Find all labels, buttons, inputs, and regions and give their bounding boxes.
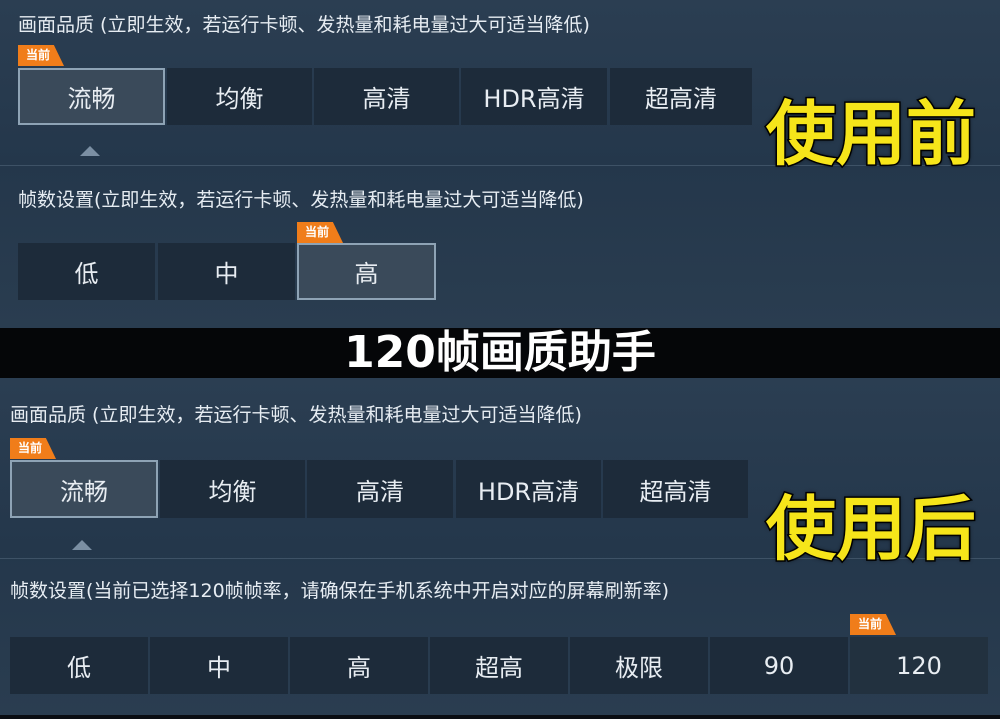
quality-option-uhd[interactable]: 超高清: [603, 460, 748, 518]
quality-option-smooth[interactable]: 流畅: [10, 460, 158, 518]
quality-option-hd[interactable]: 高清: [314, 68, 459, 125]
fps-option-mid[interactable]: 中: [150, 637, 288, 694]
current-badge: 当前: [10, 438, 57, 459]
after-panel: 画面品质 (立即生效，若运行卡顿、发热量和耗电量过大可适当降低) 当前 流畅 均…: [0, 378, 1000, 715]
quality-option-hdr[interactable]: HDR高清: [461, 68, 607, 125]
current-badge: 当前: [850, 614, 897, 635]
current-badge: 当前: [297, 222, 344, 243]
quality-title: 画面品质 (立即生效，若运行卡顿、发热量和耗电量过大可适当降低): [10, 404, 582, 426]
quality-option-balanced[interactable]: 均衡: [167, 68, 312, 125]
fps-option-high[interactable]: 高: [297, 243, 436, 300]
quality-option-uhd[interactable]: 超高清: [610, 68, 752, 125]
before-label: 使用前: [765, 92, 978, 177]
quality-option-hd[interactable]: 高清: [307, 460, 453, 518]
quality-option-balanced[interactable]: 均衡: [160, 460, 305, 518]
fps-option-ultra[interactable]: 超高: [430, 637, 568, 694]
fps-option-low[interactable]: 低: [18, 243, 155, 300]
quality-option-smooth[interactable]: 流畅: [18, 68, 165, 125]
fps-title: 帧数设置(立即生效，若运行卡顿、发热量和耗电量过大可适当降低): [18, 189, 584, 211]
banner-title: 120帧画质助手: [0, 328, 1000, 378]
before-panel: 画面品质 (立即生效，若运行卡顿、发热量和耗电量过大可适当降低) 当前 流畅 均…: [0, 0, 1000, 328]
fps-title: 帧数设置(当前已选择120帧帧率，请确保在手机系统中开启对应的屏幕刷新率): [10, 580, 670, 602]
fps-option-extreme[interactable]: 极限: [570, 637, 708, 694]
after-label: 使用后: [765, 487, 978, 572]
quality-option-hdr[interactable]: HDR高清: [456, 460, 601, 518]
current-badge: 当前: [18, 45, 65, 66]
fps-option-high[interactable]: 高: [290, 637, 428, 694]
fps-option-120[interactable]: 120: [850, 637, 988, 694]
pointer-triangle-icon: [80, 146, 100, 156]
fps-option-mid[interactable]: 中: [158, 243, 295, 300]
fps-option-90[interactable]: 90: [710, 637, 848, 694]
quality-title: 画面品质 (立即生效，若运行卡顿、发热量和耗电量过大可适当降低): [18, 14, 590, 36]
pointer-triangle-icon: [72, 540, 92, 550]
fps-option-low[interactable]: 低: [10, 637, 148, 694]
